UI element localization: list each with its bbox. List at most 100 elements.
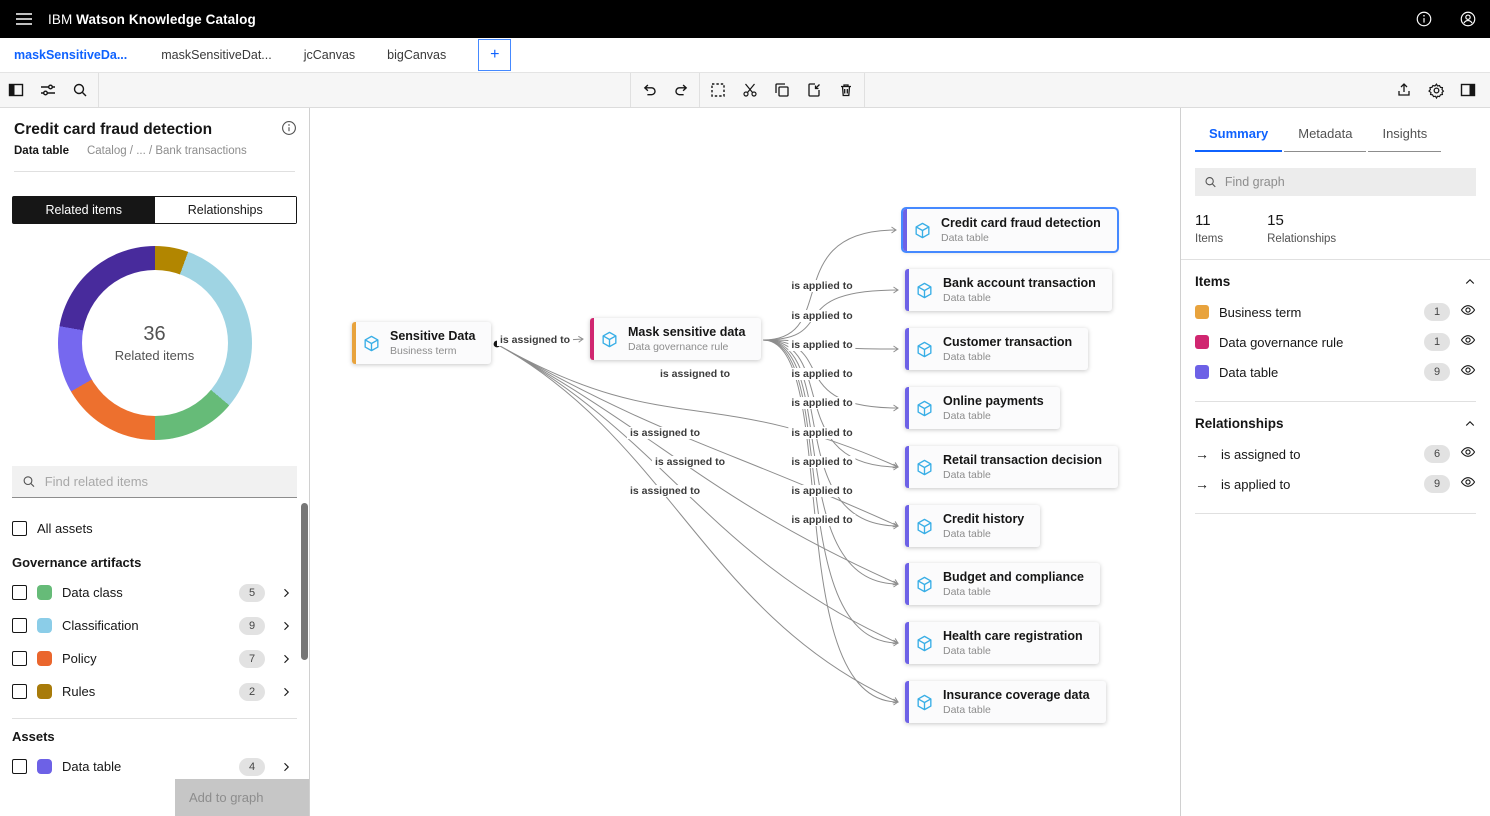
add-to-graph-button[interactable]: Add to graph bbox=[175, 779, 309, 816]
panel-right-toggle-icon[interactable] bbox=[1452, 74, 1484, 106]
checkbox[interactable] bbox=[12, 585, 27, 600]
cube-icon bbox=[917, 400, 932, 416]
file-tab-3[interactable]: bigCanvas bbox=[383, 38, 474, 72]
item-color-swatch bbox=[1195, 305, 1209, 319]
relationships-section-title: Relationships bbox=[1195, 416, 1284, 431]
legend-row-data-table[interactable]: Data table 9 bbox=[1195, 357, 1476, 387]
panel-scrollbar[interactable] bbox=[301, 503, 308, 660]
cube-icon bbox=[917, 282, 932, 298]
delete-icon[interactable] bbox=[830, 74, 862, 106]
cube-icon bbox=[917, 576, 932, 592]
find-graph-search[interactable] bbox=[1195, 168, 1476, 196]
new-tab-button[interactable]: + bbox=[478, 39, 512, 71]
graph-node-budget-and-compliance[interactable]: Budget and compliance Data table bbox=[905, 563, 1100, 605]
find-graph-input[interactable] bbox=[1224, 175, 1467, 189]
tab-summary[interactable]: Summary bbox=[1195, 126, 1283, 152]
marquee-select-icon[interactable] bbox=[702, 74, 734, 106]
count-badge: 1 bbox=[1424, 303, 1450, 321]
node-type-bar bbox=[905, 681, 909, 723]
chevron-right-icon[interactable] bbox=[280, 761, 292, 773]
find-related-items-search[interactable] bbox=[12, 466, 297, 498]
relationships-section-header[interactable]: Relationships bbox=[1195, 416, 1476, 431]
filter-groups: Governance artifacts Data class 5 Classific… bbox=[12, 555, 297, 783]
tab-insights[interactable]: Insights bbox=[1368, 126, 1442, 152]
all-assets-label: All assets bbox=[37, 521, 93, 536]
file-tab-2[interactable]: jcCanvas bbox=[300, 38, 383, 72]
import-icon[interactable] bbox=[798, 74, 830, 106]
copy-icon[interactable] bbox=[766, 74, 798, 106]
info-icon[interactable] bbox=[1402, 0, 1446, 38]
graph-node-customer-transaction[interactable]: Customer transaction Data table bbox=[905, 328, 1089, 370]
chevron-right-icon[interactable] bbox=[280, 620, 292, 632]
settings-gear-icon[interactable] bbox=[1420, 74, 1452, 106]
eye-icon[interactable] bbox=[1460, 474, 1476, 490]
item-label: Data governance rule bbox=[1219, 334, 1344, 350]
graph-node-credit-card-fraud-detection[interactable]: Credit card fraud detection Data table bbox=[901, 207, 1119, 253]
chevron-up-icon[interactable] bbox=[1464, 276, 1476, 288]
relationship-row-is-assigned-to[interactable]: → is assigned to 6 bbox=[1195, 439, 1476, 469]
checkbox[interactable] bbox=[12, 651, 27, 666]
search-icon[interactable] bbox=[64, 74, 96, 106]
breadcrumb[interactable]: Catalog / ... / Bank transactions bbox=[87, 145, 247, 157]
graph-node-health-care-registration[interactable]: Health care registration Data table bbox=[905, 622, 1099, 664]
edge-label: is assigned to bbox=[651, 456, 729, 468]
filter-row-classification[interactable]: Classification 9 bbox=[12, 609, 297, 642]
graph-node-sensitive-data[interactable]: Sensitive Data Business term bbox=[352, 322, 492, 364]
file-tab-0[interactable]: maskSensitiveDa... bbox=[10, 38, 157, 72]
graph-node-retail-transaction-decision[interactable]: Retail transaction decision Data table bbox=[905, 446, 1119, 488]
graph-canvas[interactable]: Sensitive Data Business term Mask sensitiv… bbox=[311, 108, 1179, 816]
chevron-right-icon[interactable] bbox=[280, 587, 292, 599]
arrow-right-icon: → bbox=[1195, 446, 1209, 462]
panel-left-toggle-icon[interactable] bbox=[0, 74, 32, 106]
redo-icon[interactable] bbox=[665, 74, 697, 106]
count-badge: 7 bbox=[239, 649, 265, 668]
node-title: Bank account transaction bbox=[943, 276, 1096, 290]
donut-center-label: Related items bbox=[114, 348, 195, 363]
checkbox[interactable] bbox=[12, 759, 27, 774]
all-assets-row[interactable]: All assets bbox=[12, 512, 297, 545]
toggle-related-items[interactable]: Related items bbox=[13, 197, 155, 223]
donut-center-value: 36 bbox=[143, 323, 166, 345]
undo-icon[interactable] bbox=[633, 74, 665, 106]
search-input[interactable] bbox=[44, 474, 287, 489]
items-section-header[interactable]: Items bbox=[1195, 274, 1476, 289]
eye-icon[interactable] bbox=[1460, 302, 1476, 318]
cut-icon[interactable] bbox=[734, 74, 766, 106]
eye-icon[interactable] bbox=[1460, 362, 1476, 378]
graph-node-insurance-coverage-data[interactable]: Insurance coverage data Data table bbox=[905, 681, 1106, 723]
edge-label: is applied to bbox=[788, 427, 856, 439]
all-assets-checkbox[interactable] bbox=[12, 521, 27, 536]
graph-node-credit-history[interactable]: Credit history Data table bbox=[905, 505, 1041, 547]
filter-row-rules[interactable]: Rules 2 bbox=[12, 675, 297, 708]
chevron-right-icon[interactable] bbox=[280, 686, 292, 698]
tab-metadata[interactable]: Metadata bbox=[1284, 126, 1367, 152]
file-tab-1[interactable]: maskSensitiveDat... bbox=[157, 38, 299, 72]
category-label: Data table bbox=[62, 759, 122, 774]
export-icon[interactable] bbox=[1388, 74, 1420, 106]
settings-adjust-icon[interactable] bbox=[32, 74, 64, 106]
node-type-bar bbox=[905, 622, 909, 664]
graph-node-online-payments[interactable]: Online payments Data table bbox=[905, 387, 1060, 429]
user-avatar-icon[interactable] bbox=[1446, 0, 1490, 38]
node-type-bar bbox=[352, 322, 356, 364]
graph-node-bank-account-transaction[interactable]: Bank account transaction Data table bbox=[905, 269, 1112, 311]
checkbox[interactable] bbox=[12, 684, 27, 699]
graph-node-mask-sensitive-data[interactable]: Mask sensitive data Data governance rule bbox=[590, 318, 762, 360]
eye-icon[interactable] bbox=[1460, 332, 1476, 348]
filter-row-data-class[interactable]: Data class 5 bbox=[12, 576, 297, 609]
legend-row-data-governance-rule[interactable]: Data governance rule 1 bbox=[1195, 327, 1476, 357]
hamburger-menu-icon[interactable] bbox=[0, 0, 48, 38]
legend-row-business-term[interactable]: Business term 1 bbox=[1195, 297, 1476, 327]
toggle-relationships[interactable]: Relationships bbox=[154, 197, 296, 223]
relationship-row-is-applied-to[interactable]: → is applied to 9 bbox=[1195, 469, 1476, 499]
node-title: Budget and compliance bbox=[943, 570, 1084, 584]
asset-info-icon[interactable] bbox=[281, 120, 297, 141]
eye-icon[interactable] bbox=[1460, 444, 1476, 460]
checkbox[interactable] bbox=[12, 618, 27, 633]
category-color-swatch bbox=[37, 585, 52, 600]
item-color-swatch bbox=[1195, 335, 1209, 349]
chevron-right-icon[interactable] bbox=[280, 653, 292, 665]
chevron-up-icon[interactable] bbox=[1464, 418, 1476, 430]
filter-row-policy[interactable]: Policy 7 bbox=[12, 642, 297, 675]
items-count: 11 bbox=[1195, 212, 1211, 229]
